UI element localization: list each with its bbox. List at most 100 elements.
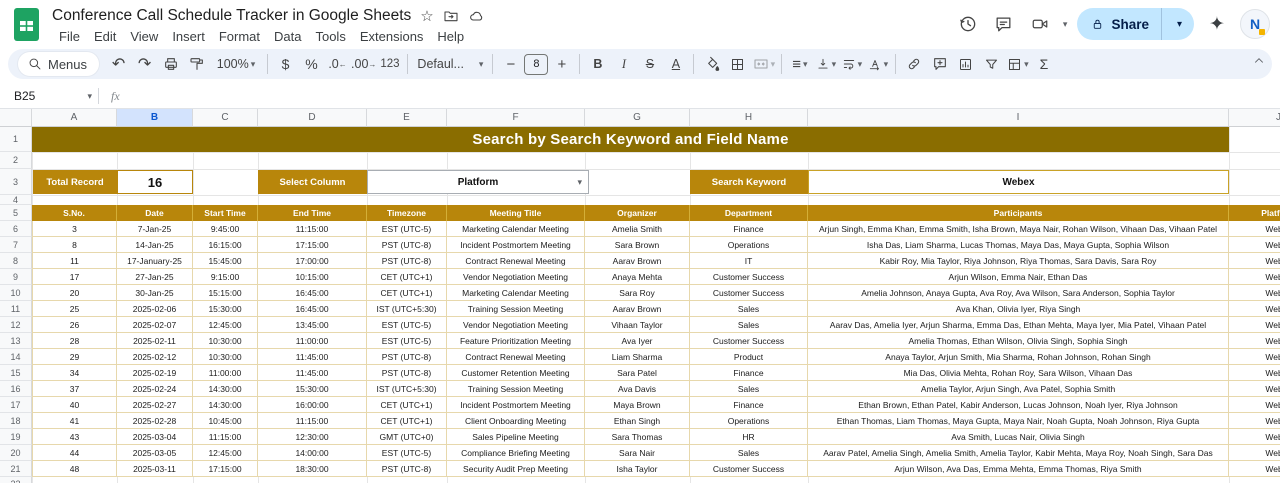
table-cell[interactable]: Customer Retention Meeting xyxy=(447,365,585,381)
table-cell[interactable]: Webex xyxy=(1229,429,1280,445)
select-column-label[interactable]: Select Column xyxy=(258,170,367,194)
insert-comment-button[interactable] xyxy=(927,52,952,76)
table-cell[interactable]: Customer Success xyxy=(690,269,808,285)
row-header-10[interactable]: 10 xyxy=(0,285,32,301)
font-size-input[interactable]: 8 xyxy=(524,54,548,75)
table-column-header-start-time[interactable]: Start Time xyxy=(193,205,258,221)
table-cell[interactable]: Webex xyxy=(1229,317,1280,333)
column-header-D[interactable]: D xyxy=(258,109,367,127)
row-header-17[interactable]: 17 xyxy=(0,397,32,413)
table-cell[interactable]: Mia Das, Olivia Mehta, Rohan Roy, Sara W… xyxy=(808,365,1229,381)
column-header-B[interactable]: B xyxy=(117,109,193,127)
table-cell[interactable]: Incident Postmortem Meeting xyxy=(447,237,585,253)
search-keyword-label[interactable]: Search Keyword xyxy=(690,170,808,194)
row-header-20[interactable]: 20 xyxy=(0,445,32,461)
table-cell[interactable]: Webex xyxy=(1229,301,1280,317)
row-header-7[interactable]: 7 xyxy=(0,237,32,253)
table-cell[interactable]: PST (UTC-8) xyxy=(367,349,447,365)
text-color-button[interactable]: A xyxy=(663,52,688,76)
row-header-16[interactable]: 16 xyxy=(0,381,32,397)
search-keyword-input[interactable]: Webex xyxy=(808,170,1229,194)
table-cell[interactable]: 27-Jan-25 xyxy=(117,269,193,285)
table-cell[interactable]: Ethan Singh xyxy=(585,413,690,429)
table-cell[interactable]: 12:30:00 xyxy=(258,429,367,445)
table-cell[interactable]: Finance xyxy=(690,397,808,413)
table-cell[interactable]: Contract Renewal Meeting xyxy=(447,349,585,365)
table-cell[interactable]: Kabir Roy, Mia Taylor, Riya Johnson, Riy… xyxy=(808,253,1229,269)
table-column-header-s-no-[interactable]: S.No. xyxy=(32,205,117,221)
table-cell[interactable]: Webex xyxy=(1229,445,1280,461)
table-cell[interactable]: Amelia Taylor, Arjun Singh, Ava Patel, S… xyxy=(808,381,1229,397)
row-header-5[interactable]: 5 xyxy=(0,205,32,221)
row-header-14[interactable]: 14 xyxy=(0,349,32,365)
select-column-dropdown[interactable]: Platform ▾ xyxy=(367,170,589,194)
table-cell[interactable]: 11:15:00 xyxy=(258,221,367,237)
table-cell[interactable]: HR xyxy=(690,429,808,445)
menu-item-data[interactable]: Data xyxy=(267,28,308,45)
row-header-8[interactable]: 8 xyxy=(0,253,32,269)
table-cell[interactable]: Webex xyxy=(1229,269,1280,285)
row-header-9[interactable]: 9 xyxy=(0,269,32,285)
table-cell[interactable]: Aarav Patel, Amelia Singh, Amelia Smith,… xyxy=(808,445,1229,461)
table-cell[interactable]: 41 xyxy=(32,413,117,429)
menu-item-tools[interactable]: Tools xyxy=(308,28,352,45)
menu-item-extensions[interactable]: Extensions xyxy=(353,28,431,45)
table-cell[interactable]: Amelia Smith xyxy=(585,221,690,237)
table-cell[interactable]: Ava Davis xyxy=(585,381,690,397)
table-cell[interactable]: Ava Khan, Olivia Iyer, Riya Singh xyxy=(808,301,1229,317)
table-cell[interactable]: Webex xyxy=(1229,221,1280,237)
table-cell[interactable]: Webex xyxy=(1229,285,1280,301)
table-cell[interactable]: 17:15:00 xyxy=(193,461,258,477)
table-cell[interactable]: Security Audit Prep Meeting xyxy=(447,461,585,477)
increase-decimals-button[interactable]: .00→ xyxy=(351,52,376,76)
print-button[interactable] xyxy=(158,52,183,76)
table-cell[interactable]: 12:45:00 xyxy=(193,445,258,461)
menus-search-button[interactable]: Menus xyxy=(18,52,99,76)
table-cell[interactable]: 44 xyxy=(32,445,117,461)
table-cell[interactable]: 40 xyxy=(32,397,117,413)
table-cell[interactable]: 16:45:00 xyxy=(258,301,367,317)
table-cell[interactable]: 14:00:00 xyxy=(258,445,367,461)
table-cell[interactable]: IST (UTC+5:30) xyxy=(367,381,447,397)
table-cell[interactable]: Customer Success xyxy=(690,285,808,301)
hide-toolbar-button[interactable] xyxy=(1252,54,1266,68)
table-cell[interactable]: CET (UTC+1) xyxy=(367,285,447,301)
table-column-header-meeting-title[interactable]: Meeting Title xyxy=(447,205,585,221)
table-cell[interactable]: Aarav Brown xyxy=(585,301,690,317)
document-title[interactable]: Conference Call Schedule Tracker in Goog… xyxy=(52,7,411,25)
name-box[interactable]: B25 ▾ xyxy=(0,89,98,103)
table-cell[interactable]: 15:30:00 xyxy=(193,301,258,317)
insert-chart-button[interactable] xyxy=(953,52,978,76)
table-cell[interactable]: IT xyxy=(690,253,808,269)
table-cell[interactable]: 26 xyxy=(32,317,117,333)
table-cell[interactable]: Webex xyxy=(1229,349,1280,365)
table-cell[interactable]: EST (UTC-5) xyxy=(367,445,447,461)
table-cell[interactable]: Amelia Thomas, Ethan Wilson, Olivia Sing… xyxy=(808,333,1229,349)
menu-item-format[interactable]: Format xyxy=(212,28,267,45)
table-cell[interactable]: 34 xyxy=(32,365,117,381)
table-cell[interactable]: 14-Jan-25 xyxy=(117,237,193,253)
text-rotation-button[interactable]: ▾ xyxy=(865,52,890,76)
column-header-C[interactable]: C xyxy=(193,109,258,127)
meet-camera-icon[interactable] xyxy=(1027,11,1053,37)
table-cell[interactable]: Customer Success xyxy=(690,333,808,349)
share-caret-icon[interactable]: ▾ xyxy=(1169,19,1190,30)
row-header-3[interactable]: 3 xyxy=(0,169,32,195)
table-cell[interactable]: 2025-03-05 xyxy=(117,445,193,461)
select-all-corner[interactable] xyxy=(0,109,32,127)
menu-item-view[interactable]: View xyxy=(123,28,165,45)
table-cell[interactable]: Webex xyxy=(1229,381,1280,397)
table-cell[interactable]: 48 xyxy=(32,461,117,477)
sheet-banner-title[interactable]: Search by Search Keyword and Field Name xyxy=(32,127,1229,152)
table-cell[interactable]: Sara Patel xyxy=(585,365,690,381)
redo-button[interactable]: ↷ xyxy=(132,52,157,76)
column-header-A[interactable]: A xyxy=(32,109,117,127)
table-cell[interactable]: Incident Postmortem Meeting xyxy=(447,397,585,413)
menu-item-insert[interactable]: Insert xyxy=(165,28,212,45)
table-cell[interactable]: Sales xyxy=(690,317,808,333)
table-cell[interactable]: 16:00:00 xyxy=(258,397,367,413)
column-header-J[interactable]: J xyxy=(1229,109,1280,127)
table-cell[interactable]: 2025-02-07 xyxy=(117,317,193,333)
table-cell[interactable]: Webex xyxy=(1229,365,1280,381)
table-cell[interactable]: Webex xyxy=(1229,237,1280,253)
